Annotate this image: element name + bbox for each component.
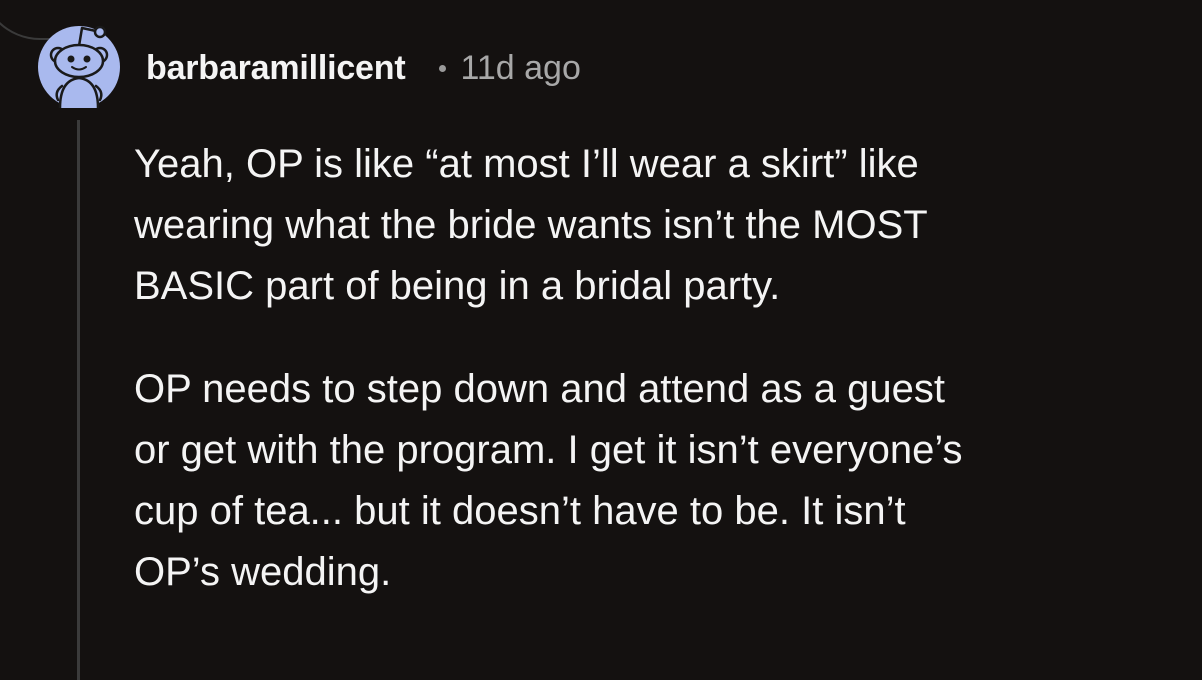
thread-line[interactable] [77,120,80,680]
comment-text-line: OP needs to step down and attend as a gu… [134,367,945,411]
comment-timestamp[interactable]: 11d ago [460,49,580,88]
comment-text-line: or get with the program. I get it isn’t … [134,428,963,472]
comment-paragraph: OP needs to step down and attend as a gu… [134,359,1184,603]
comment-header: barbaramillicent 11d ago [146,45,581,91]
comment-text-line: OP’s wedding. [134,550,392,594]
avatar[interactable] [38,14,120,120]
snoo-avatar-icon [38,25,120,109]
comment-paragraph: Yeah, OP is like “at most I’ll wear a sk… [134,134,1184,317]
comment-text-line: wearing what the bride wants isn’t the M… [134,203,928,247]
comment-body: Yeah, OP is like “at most I’ll wear a sk… [134,134,1184,603]
comment-text-line: BASIC part of being in a bridal party. [134,264,781,308]
comment-text-line: cup of tea... but it doesn’t have to be.… [134,489,906,533]
author-username[interactable]: barbaramillicent [146,49,406,88]
comment-text-line: Yeah, OP is like “at most I’ll wear a sk… [134,142,919,186]
dot-separator-icon [439,64,447,72]
